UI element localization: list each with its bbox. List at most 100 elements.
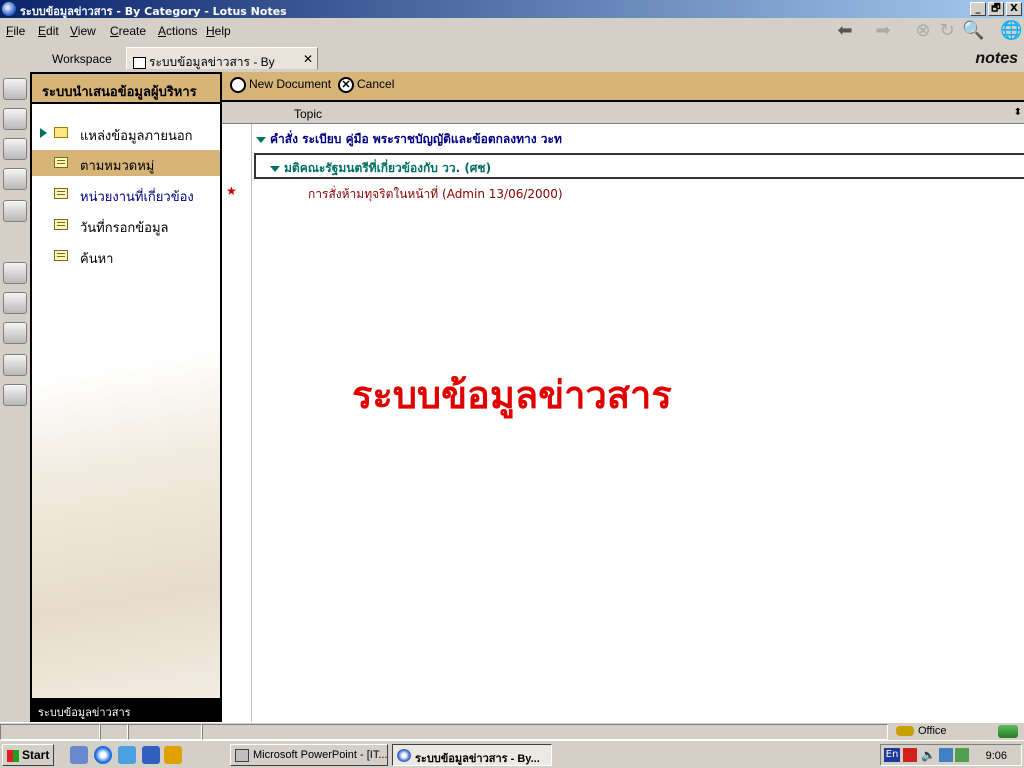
replicator-bookmark-icon[interactable] bbox=[3, 200, 27, 222]
status-box bbox=[202, 724, 888, 740]
cancel-button[interactable]: ✕ Cancel bbox=[338, 77, 394, 97]
internet-bookmark-icon[interactable] bbox=[3, 354, 27, 376]
restore-button[interactable]: 🗗 bbox=[988, 2, 1004, 16]
favorites-bookmark-icon[interactable] bbox=[3, 262, 27, 284]
refresh-icon[interactable]: ↻ bbox=[936, 22, 958, 42]
databases-bookmark-icon[interactable] bbox=[3, 292, 27, 314]
unread-star-icon: ★ bbox=[226, 184, 237, 198]
nav-item-label: หน่วยงานที่เกี่ยวข้อง bbox=[80, 190, 194, 205]
nav-footer: ระบบข้อมูลข่าวสาร bbox=[32, 698, 220, 720]
lotus-quicklaunch-icon[interactable] bbox=[142, 746, 160, 764]
status-bar: Office bbox=[0, 722, 1024, 740]
show-desktop-icon[interactable] bbox=[70, 746, 88, 764]
cancel-label: Cancel bbox=[357, 77, 395, 92]
new-document-button[interactable]: New Document bbox=[230, 77, 331, 97]
subcategory-label: มติคณะรัฐมนตรีที่เกี่ยวข้องกับ วว. (ศช) bbox=[284, 161, 492, 175]
windows-flag-icon bbox=[7, 749, 19, 762]
tray-app-icon[interactable] bbox=[903, 748, 917, 762]
tray-utility-icon[interactable] bbox=[955, 748, 969, 762]
language-indicator[interactable]: En bbox=[884, 748, 900, 762]
todo-bookmark-icon[interactable] bbox=[3, 168, 27, 190]
address-book-bookmark-icon[interactable] bbox=[3, 138, 27, 160]
search-icon[interactable]: 🔍 bbox=[962, 22, 984, 42]
view-watermark-title: ระบบข้อมูลข่าวสาร bbox=[352, 372, 672, 417]
nav-item-search[interactable]: ค้นหา bbox=[32, 243, 220, 269]
database-icon bbox=[133, 56, 146, 69]
menu-bar: File Edit View Create Actions Help ⬅ ➡ ⊗… bbox=[0, 18, 1024, 44]
internet-explorer-icon[interactable] bbox=[94, 746, 112, 764]
document-row[interactable]: การสั่งห้ามทุจริตในหน้าที่ (Admin 13/06/… bbox=[308, 185, 563, 204]
unread-margin bbox=[222, 124, 252, 722]
volume-icon[interactable]: 🔈 bbox=[921, 748, 936, 762]
menu-edit[interactable]: Edit bbox=[38, 24, 59, 38]
forward-arrow-icon[interactable]: ➡ bbox=[872, 22, 894, 42]
tab-by-category[interactable]: ระบบข้อมูลข่าวสาร - By Category ✕ bbox=[126, 47, 318, 86]
nav-item-entry-date[interactable]: วันที่กรอกข้อมูล bbox=[32, 212, 220, 238]
taskbar-item-notes[interactable]: ระบบข้อมูลข่าวสาร - By... bbox=[392, 744, 552, 766]
view-icon bbox=[54, 219, 68, 230]
calendar-bookmark-icon[interactable] bbox=[3, 108, 27, 130]
inbox-icon[interactable] bbox=[998, 725, 1018, 738]
navigation-pane: ระบบนำเสนอข้อมูลผู้บริหาร แหล่งข้อมูลภาย… bbox=[30, 72, 222, 722]
status-box[interactable] bbox=[128, 724, 202, 740]
category-row-cabinet-resolutions[interactable]: มติคณะรัฐมนตรีที่เกี่ยวข้องกับ วว. (ศช) bbox=[254, 153, 1024, 179]
close-tab-icon[interactable]: ✕ bbox=[303, 52, 313, 66]
key-icon[interactable] bbox=[896, 726, 914, 736]
nav-item-label: ตามหมวดหมู่ bbox=[80, 159, 155, 174]
nav-item-external-sources[interactable]: แหล่งข้อมูลภายนอก bbox=[32, 120, 220, 146]
nav-item-by-category[interactable]: ตามหมวดหมู่ bbox=[32, 150, 220, 176]
windows-taskbar: Start Microsoft PowerPoint - [IT... ระบบ… bbox=[0, 740, 1024, 768]
globe-icon[interactable]: 🌐 bbox=[1000, 22, 1022, 42]
sort-arrows-icon[interactable]: ⬍ bbox=[1014, 107, 1022, 118]
view-icon bbox=[54, 157, 68, 168]
minimize-button[interactable]: _ bbox=[970, 2, 986, 16]
view-icon bbox=[54, 188, 68, 199]
mail-bookmark-icon[interactable] bbox=[3, 78, 27, 100]
nav-item-label: วันที่กรอกข้อมูล bbox=[80, 221, 169, 236]
clock[interactable]: 9:06 bbox=[986, 750, 1007, 762]
media-player-icon[interactable] bbox=[164, 746, 182, 764]
nav-item-label: แหล่งข้อมูลภายนอก bbox=[80, 129, 193, 144]
expand-triangle-icon[interactable] bbox=[40, 128, 47, 138]
system-tray: En 🔈 9:06 bbox=[880, 744, 1022, 766]
status-box[interactable] bbox=[100, 724, 128, 740]
view-pane: Topic ⬍ คำสั่ง ระเบียบ คู่มือ พระราชบัญญ… bbox=[222, 102, 1024, 722]
status-message-box bbox=[0, 724, 100, 740]
lotus-notes-icon[interactable] bbox=[2, 2, 16, 16]
menu-file[interactable]: File bbox=[6, 24, 25, 38]
tab-workspace[interactable]: Workspace bbox=[46, 47, 118, 70]
menu-view[interactable]: View bbox=[70, 24, 96, 38]
stop-icon[interactable]: ⊗ bbox=[912, 22, 934, 42]
nav-item-related-agencies[interactable]: หน่วยงานที่เกี่ยวข้อง bbox=[32, 181, 220, 207]
view-icon bbox=[54, 250, 68, 261]
nav-item-label: ค้นหา bbox=[80, 252, 114, 267]
action-bar: New Document ✕ Cancel bbox=[222, 72, 1024, 102]
more-bookmarks-icon[interactable] bbox=[3, 384, 27, 406]
title-bar: ระบบข้อมูลข่าวสาร - By Category - Lotus … bbox=[0, 0, 1024, 18]
start-button[interactable]: Start bbox=[2, 744, 54, 766]
task-label: Microsoft PowerPoint - [IT... bbox=[253, 749, 388, 761]
new-document-label: New Document bbox=[249, 77, 332, 92]
collapse-triangle-icon[interactable] bbox=[256, 136, 266, 143]
column-header-row: Topic ⬍ bbox=[222, 102, 1024, 124]
powerpoint-icon bbox=[235, 749, 249, 762]
close-window-button[interactable]: X bbox=[1006, 2, 1022, 16]
menu-create[interactable]: Create bbox=[110, 24, 146, 38]
category-label: คำสั่ง ระเบียบ คู่มือ พระราชบัญญัติและข้… bbox=[270, 132, 562, 146]
folder-icon bbox=[54, 127, 68, 138]
collapse-triangle-icon[interactable] bbox=[270, 165, 280, 172]
taskbar-item-powerpoint[interactable]: Microsoft PowerPoint - [IT... bbox=[230, 744, 388, 766]
menu-help[interactable]: Help bbox=[206, 24, 231, 38]
location-indicator[interactable]: Office bbox=[918, 725, 947, 737]
tab-row: Workspace ระบบข้อมูลข่าวสาร - By Categor… bbox=[0, 44, 1024, 86]
notes-logo: notes bbox=[975, 50, 1018, 67]
lotus-notes-task-icon bbox=[397, 749, 411, 762]
category-row-regulations[interactable]: คำสั่ง ระเบียบ คู่มือ พระราชบัญญัติและข้… bbox=[256, 130, 562, 149]
network-icon[interactable] bbox=[939, 748, 953, 762]
cancel-x-icon: ✕ bbox=[338, 77, 354, 93]
menu-actions[interactable]: Actions bbox=[158, 24, 197, 38]
folder-bookmark-icon[interactable] bbox=[3, 322, 27, 344]
column-header-topic[interactable]: Topic bbox=[294, 107, 322, 121]
back-arrow-icon[interactable]: ⬅ bbox=[834, 22, 856, 42]
outlook-icon[interactable] bbox=[118, 746, 136, 764]
